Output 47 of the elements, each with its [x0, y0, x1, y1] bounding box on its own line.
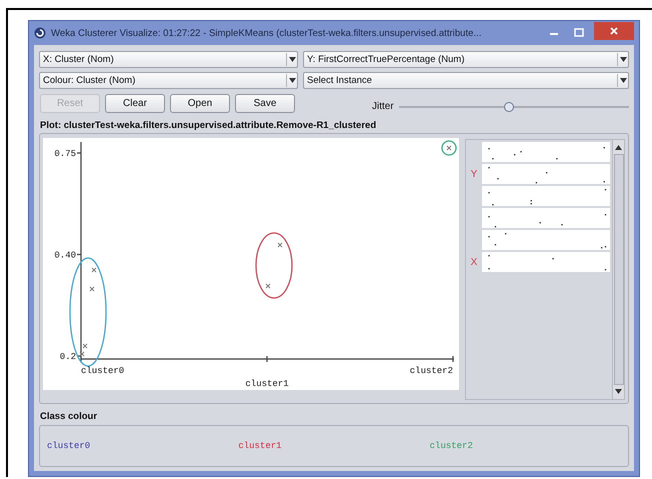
jitter-label: Jitter	[372, 101, 394, 112]
attribute-strip[interactable]	[482, 252, 610, 272]
toolbar-button[interactable]: Clear	[105, 94, 165, 113]
legend-label: cluster1	[238, 441, 282, 451]
dropdown[interactable]: Colour: Cluster (Nom)	[39, 72, 298, 89]
close-button[interactable]	[594, 22, 634, 40]
app-icon	[34, 27, 46, 39]
axis-label: cluster0	[81, 366, 124, 376]
toolbar-button[interactable]: Save	[235, 94, 295, 113]
attribute-strip[interactable]	[482, 208, 610, 228]
axis-marker: Y	[470, 168, 478, 180]
maximize-icon[interactable]	[574, 28, 584, 38]
scrollbar[interactable]	[612, 140, 624, 399]
legend-label: cluster0	[47, 441, 90, 451]
data-point	[446, 146, 452, 150]
axis-label: cluster2	[410, 366, 453, 376]
toolbar-button[interactable]: Open	[170, 94, 230, 113]
data-point	[82, 344, 88, 348]
axis-label: 0.75	[54, 149, 76, 159]
close-icon[interactable]	[610, 27, 618, 35]
dropdown[interactable]: Select Instance	[303, 72, 629, 89]
axis-label: 0.2	[60, 352, 76, 362]
data-point	[90, 286, 94, 292]
axis-marker: X	[470, 256, 478, 268]
data-point	[266, 284, 270, 288]
attribute-strip[interactable]	[482, 142, 610, 162]
axis-label: cluster1	[245, 379, 289, 389]
dropdown[interactable]: Y: FirstCorrectTruePercentage (Num)	[303, 51, 629, 68]
caret-icon[interactable]	[288, 57, 296, 62]
caret-icon[interactable]	[620, 57, 626, 62]
axis-label: 0.40	[54, 250, 76, 260]
dropdown[interactable]: X: Cluster (Nom)	[39, 51, 298, 68]
data-point	[278, 242, 282, 248]
scroll-thumb[interactable]	[614, 154, 624, 385]
scroll-down-icon	[614, 387, 623, 396]
legend-label: cluster2	[430, 441, 473, 451]
data-point	[80, 352, 84, 356]
caret-icon[interactable]	[620, 78, 626, 83]
attribute-strip[interactable]	[482, 230, 610, 250]
window-title: Weka Clusterer Visualize: 01:27:22 - SimpleKMeans (clusterTest-weka.filters.unsupervised.attribute...	[51, 28, 482, 38]
plot-title: Plot: clusterTest-weka.filters.unsupervised.attribute.Remove-R1_clustered	[40, 120, 378, 131]
scroll-up-icon	[614, 143, 623, 152]
attribute-strip[interactable]	[482, 186, 610, 206]
attribute-strip[interactable]	[482, 164, 610, 184]
legend-title: Class colour	[40, 411, 98, 422]
caret-icon[interactable]	[288, 78, 296, 83]
data-point	[92, 268, 96, 272]
